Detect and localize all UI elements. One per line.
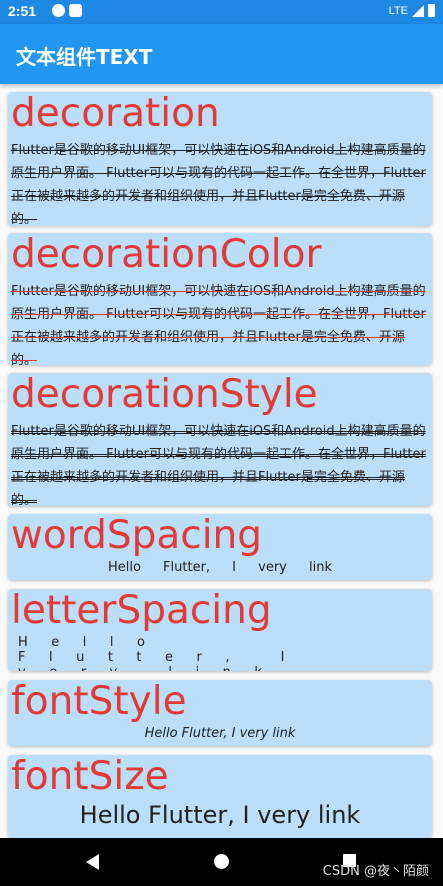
card-heading: wordSpacing — [11, 514, 263, 558]
card-heading: decoration — [11, 92, 220, 136]
card-heading: fontStyle — [11, 680, 187, 724]
sim-icon — [69, 4, 82, 17]
font-size-card: fontSize Hello Flutter, I very link — [8, 755, 432, 838]
letter-spacing-card: letterSpacing Hello Flutter, I very link — [8, 589, 432, 671]
decoration-sample-text: Flutter是谷歌的移动UI框架，可以快速在iOS和Android上构建高质量… — [11, 143, 426, 226]
page-title: 文本组件TEXT — [16, 45, 153, 69]
decoration-color-sample-text: Flutter是谷歌的移动UI框架，可以快速在iOS和Android上构建高质量… — [11, 284, 426, 365]
home-icon[interactable] — [214, 854, 229, 869]
card-heading: decorationColor — [11, 233, 322, 277]
font-style-sample-text: Hello Flutter, I very link — [144, 726, 296, 741]
back-icon[interactable] — [86, 854, 99, 870]
card-heading: letterSpacing — [11, 589, 272, 633]
status-notification-icons — [52, 4, 82, 17]
status-indicators: LTE — [389, 4, 435, 17]
decoration-color-card: decorationColor Flutter是谷歌的移动UI框架，可以快速在i… — [8, 233, 432, 365]
decoration-style-card: decorationStyle Flutter是谷歌的移动UI框架，可以快速在i… — [8, 373, 432, 506]
battery-icon — [428, 4, 435, 17]
decoration-style-sample-text: Flutter是谷歌的移动UI框架，可以快速在iOS和Android上构建高质量… — [11, 424, 426, 506]
watermark: CSDN @夜丶陌颜 — [322, 864, 429, 879]
word-spacing-sample-text: Hello Flutter, I very link — [107, 560, 333, 575]
signal-icon — [412, 4, 424, 17]
status-time: 2:51 — [8, 3, 37, 19]
font-style-card: fontStyle Hello Flutter, I very link — [8, 680, 432, 746]
font-size-sample-text: Hello Flutter, I very link — [79, 801, 361, 829]
app-bar: 文本组件TEXT — [0, 24, 443, 84]
card-heading: decorationStyle — [11, 373, 318, 417]
word-spacing-card: wordSpacing Hello Flutter, I very link — [8, 514, 432, 580]
letter-spacing-sample-text: Hello Flutter, I very link — [18, 635, 308, 671]
card-heading: fontSize — [11, 755, 169, 799]
navigation-bar: CSDN @夜丶陌颜 — [0, 838, 443, 886]
status-bar: 2:51 LTE — [0, 0, 443, 24]
network-label: LTE — [388, 4, 408, 17]
decoration-card: decoration Flutter是谷歌的移动UI框架，可以快速在iOS和An… — [8, 92, 432, 226]
notification-icon — [52, 4, 65, 17]
